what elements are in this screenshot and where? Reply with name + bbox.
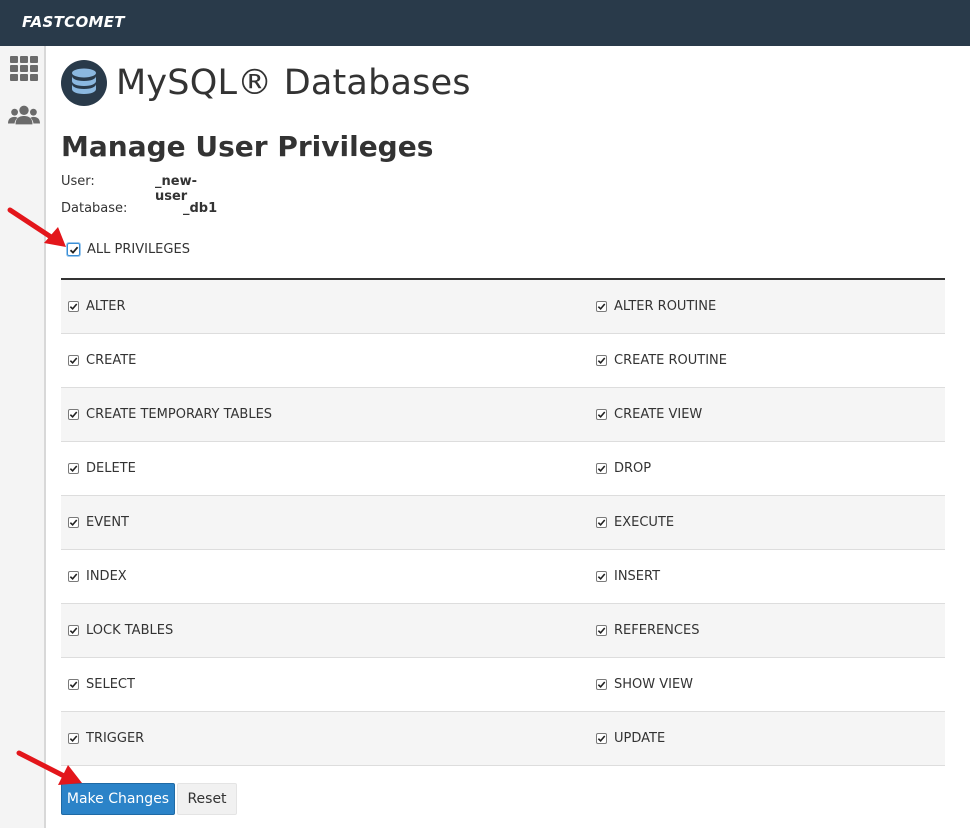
checkbox-checked-icon[interactable] (596, 625, 607, 636)
privilege-row: DELETE DROP (61, 442, 945, 496)
all-privileges-checkbox[interactable]: ALL PRIVILEGES (67, 242, 190, 257)
privilege-insert-checkbox[interactable]: INSERT (596, 550, 660, 603)
checkbox-checked-icon[interactable] (68, 355, 79, 366)
privilege-select-checkbox[interactable]: SELECT (68, 658, 135, 711)
fastcomet-logo[interactable]: FASTCOMET (22, 13, 125, 31)
privilege-label: UPDATE (614, 731, 666, 746)
privilege-label: TRIGGER (86, 731, 145, 746)
privilege-label: CREATE (86, 353, 137, 368)
checkbox-checked-icon[interactable] (68, 571, 79, 582)
user-label: User: (61, 174, 95, 189)
privilege-delete-checkbox[interactable]: DELETE (68, 442, 136, 495)
all-privileges-label: ALL PRIVILEGES (87, 242, 190, 257)
checkbox-checked-icon[interactable] (67, 243, 80, 256)
privilege-row: ALTER ALTER ROUTINE (61, 280, 945, 334)
privilege-alter-checkbox[interactable]: ALTER (68, 280, 126, 333)
top-bar: FASTCOMET (0, 0, 970, 46)
page-header: MySQL® Databases (61, 60, 471, 106)
privilege-label: EXECUTE (614, 515, 675, 530)
checkbox-checked-icon[interactable] (596, 679, 607, 690)
privilege-index-checkbox[interactable]: INDEX (68, 550, 127, 603)
checkbox-checked-icon[interactable] (596, 409, 607, 420)
checkbox-checked-icon[interactable] (68, 463, 79, 474)
privilege-label: REFERENCES (614, 623, 700, 638)
checkbox-checked-icon[interactable] (68, 733, 79, 744)
privilege-create-checkbox[interactable]: CREATE (68, 334, 136, 387)
privilege-label: SELECT (86, 677, 135, 692)
privilege-trigger-checkbox[interactable]: TRIGGER (68, 712, 144, 765)
checkbox-checked-icon[interactable] (68, 409, 79, 420)
database-icon (61, 60, 107, 106)
checkbox-checked-icon[interactable] (596, 463, 607, 474)
privilege-label: DROP (614, 461, 652, 476)
checkbox-checked-icon[interactable] (596, 571, 607, 582)
checkbox-checked-icon[interactable] (68, 517, 79, 528)
privilege-label: CREATE TEMPORARY TABLES (86, 407, 273, 422)
privilege-label: CREATE VIEW (614, 407, 703, 422)
privilege-execute-checkbox[interactable]: EXECUTE (596, 496, 674, 549)
make-changes-button[interactable]: Make Changes (61, 783, 175, 815)
privilege-lock-tables-checkbox[interactable]: LOCK TABLES (68, 604, 173, 657)
section-title: Manage User Privileges (61, 130, 434, 163)
user-info: User: _new-user (61, 174, 197, 204)
users-icon[interactable] (8, 100, 40, 130)
checkbox-checked-icon[interactable] (68, 679, 79, 690)
checkbox-checked-icon[interactable] (596, 733, 607, 744)
database-value: _db1 (183, 201, 218, 216)
privilege-label: INSERT (614, 569, 661, 584)
privileges-table: ALTER ALTER ROUTINE CREATE CREATE ROUTINE CR… (61, 278, 945, 766)
checkbox-checked-icon[interactable] (596, 517, 607, 528)
privilege-row: TRIGGER UPDATE (61, 712, 945, 766)
reset-button[interactable]: Reset (177, 783, 237, 815)
checkbox-checked-icon[interactable] (68, 625, 79, 636)
checkbox-checked-icon[interactable] (68, 301, 79, 312)
privilege-row: CREATE TEMPORARY TABLES CREATE VIEW (61, 388, 945, 442)
privilege-row: SELECT SHOW VIEW (61, 658, 945, 712)
privilege-label: ALTER ROUTINE (614, 299, 717, 314)
grid-icon[interactable] (8, 54, 40, 84)
privilege-row: CREATE CREATE ROUTINE (61, 334, 945, 388)
privilege-label: EVENT (86, 515, 129, 530)
privilege-label: CREATE ROUTINE (614, 353, 727, 368)
privilege-label: INDEX (86, 569, 127, 584)
privilege-show-view-checkbox[interactable]: SHOW VIEW (596, 658, 693, 711)
privilege-label: DELETE (86, 461, 136, 476)
privilege-drop-checkbox[interactable]: DROP (596, 442, 651, 495)
privilege-event-checkbox[interactable]: EVENT (68, 496, 129, 549)
main-content: MySQL® Databases Manage User Privileges … (47, 46, 970, 828)
privilege-label: ALTER (86, 299, 126, 314)
user-value: _new-user (155, 174, 197, 204)
privilege-references-checkbox[interactable]: REFERENCES (596, 604, 699, 657)
privilege-create-routine-checkbox[interactable]: CREATE ROUTINE (596, 334, 727, 387)
database-info: Database: _db1 (61, 201, 217, 216)
checkbox-checked-icon[interactable] (596, 355, 607, 366)
privilege-row: EVENT EXECUTE (61, 496, 945, 550)
database-label: Database: (61, 201, 128, 216)
privilege-row: LOCK TABLES REFERENCES (61, 604, 945, 658)
privilege-row: INDEX INSERT (61, 550, 945, 604)
privilege-label: LOCK TABLES (86, 623, 174, 638)
privilege-update-checkbox[interactable]: UPDATE (596, 712, 665, 765)
privilege-create-view-checkbox[interactable]: CREATE VIEW (596, 388, 702, 441)
privilege-label: SHOW VIEW (614, 677, 694, 692)
sidebar (0, 46, 46, 828)
page-title: MySQL® Databases (116, 63, 471, 103)
checkbox-checked-icon[interactable] (596, 301, 607, 312)
privilege-create-temporary-tables-checkbox[interactable]: CREATE TEMPORARY TABLES (68, 388, 272, 441)
privilege-alter-routine-checkbox[interactable]: ALTER ROUTINE (596, 280, 716, 333)
